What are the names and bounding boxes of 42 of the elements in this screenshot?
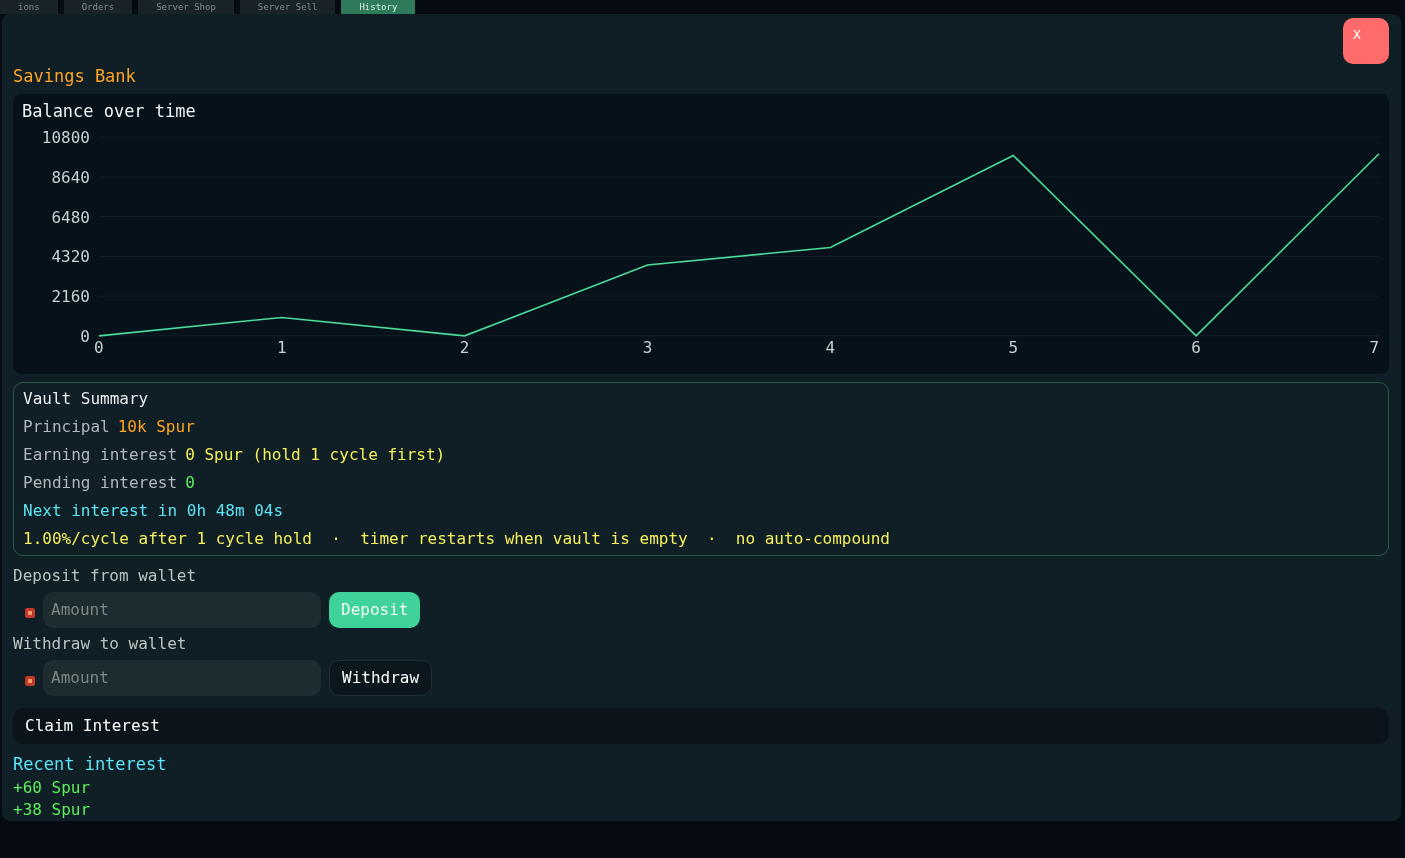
y-axis-label: 2160 (51, 286, 90, 306)
tab[interactable]: Server Sell (239, 0, 336, 14)
claim-interest-button[interactable]: Claim Interest (13, 707, 1389, 744)
tab[interactable]: ions (0, 0, 58, 14)
summary-value: 0 Spur (hold 1 cycle first) (185, 443, 446, 466)
tab[interactable]: History (341, 0, 416, 14)
interest-entry: +60 Spur (13, 777, 92, 799)
tab[interactable]: Server Shop (138, 0, 234, 14)
coin-icon (25, 675, 35, 686)
x-axis-label: 0 (94, 337, 104, 357)
coin-icon (25, 607, 35, 618)
y-axis-label: 6480 (51, 207, 90, 227)
x-axis-label: 5 (1008, 337, 1019, 357)
summary-label: Pending interest (23, 471, 178, 494)
withdraw-button[interactable]: Withdraw (329, 659, 433, 696)
field-label: Withdraw to wallet (13, 632, 188, 655)
x-axis-label: 2 (459, 337, 470, 357)
x-axis-label: 1 (276, 337, 287, 357)
amount-field[interactable]: Amount (43, 659, 321, 696)
field-label: Deposit from wallet (13, 564, 198, 587)
chart-title: Balance over time (22, 100, 196, 121)
y-axis-label: 0 (80, 326, 90, 346)
tab[interactable]: Orders (63, 0, 133, 14)
recent-title: Recent interest (13, 752, 168, 776)
x-axis-label: 4 (825, 337, 836, 357)
y-axis-label: 10800 (41, 127, 90, 147)
interest-entry: +38 Spur (13, 799, 92, 821)
x-axis-label: 3 (642, 337, 653, 357)
close-button[interactable]: X (1343, 18, 1389, 64)
amount-field[interactable]: Amount (43, 591, 321, 628)
panel-title: Savings Bank (13, 65, 137, 88)
summary-title: Vault Summary (23, 387, 150, 410)
summary-line: Next interest in 0h 48m 04s (23, 499, 284, 522)
summary-value: 10k Spur (117, 415, 195, 438)
x-axis-label: 6 (1191, 337, 1201, 357)
x-axis-label: 7 (1369, 337, 1379, 357)
y-axis-label: 4320 (51, 246, 90, 266)
summary-label: Earning interest (23, 443, 178, 466)
y-axis-label: 8640 (51, 167, 90, 187)
summary-label: Principal (23, 415, 110, 438)
summary-line: 1.00%/cycle after 1 cycle hold · timer restarts when vault is empty · no auto-compound (23, 527, 890, 550)
summary-value: 0 (185, 471, 195, 494)
